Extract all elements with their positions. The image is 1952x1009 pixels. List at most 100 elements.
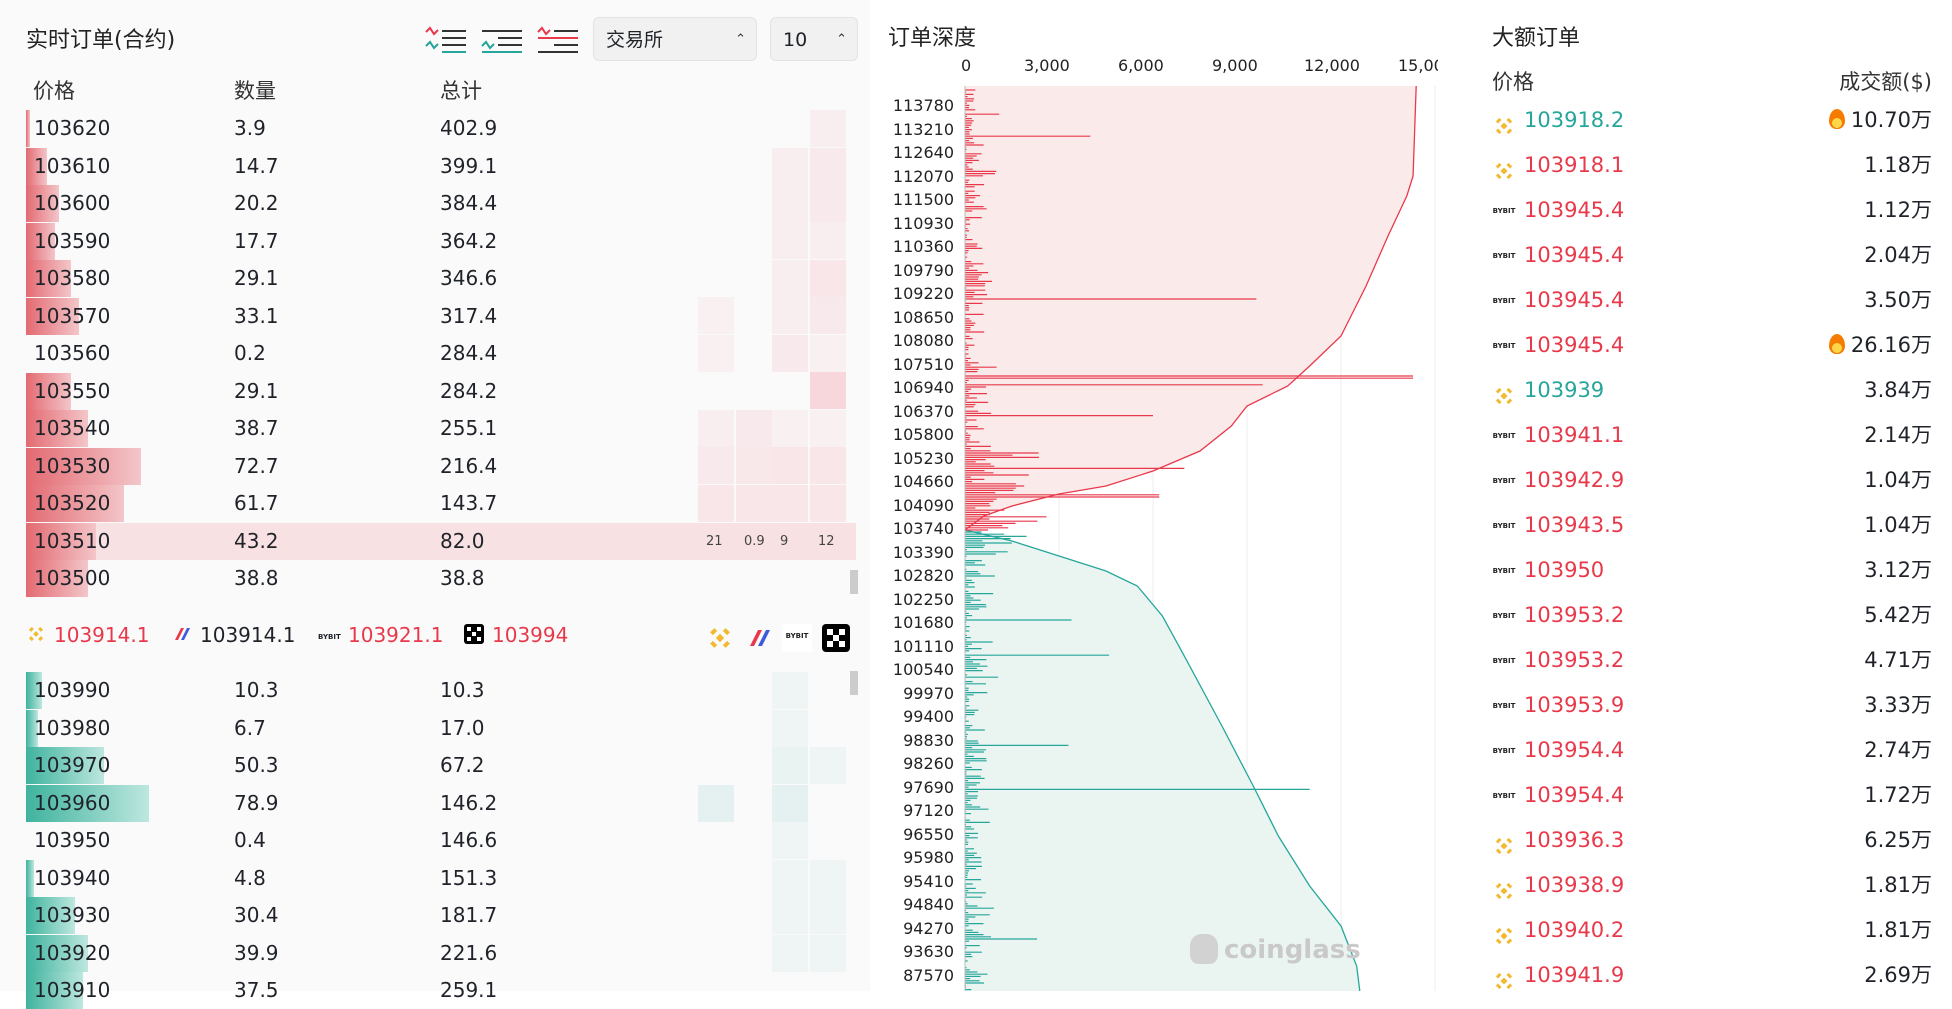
binance-icon: [1492, 109, 1516, 135]
bid-row[interactable]: 103970 50.3 67.2: [26, 747, 856, 784]
order-amount-value: 6.25万: [1864, 828, 1932, 852]
ask-row[interactable]: 103610 14.7 399.1: [26, 147, 856, 185]
y-tick-label: 112070: [892, 166, 954, 186]
heatmap-cell: [772, 447, 808, 484]
large-order-row[interactable]: BYBIT 103950 3.12万: [1492, 548, 1932, 593]
heat-extra-value: 21: [706, 533, 723, 549]
order-price: 103945.4: [1524, 243, 1625, 267]
y-tick-label: 111500: [892, 190, 954, 209]
ask-qty: 3.9: [234, 116, 266, 140]
ask-price: 103500: [34, 566, 111, 590]
large-order-row[interactable]: 103941.9 2.69万: [1492, 953, 1932, 998]
y-tick-label: 93630: [903, 942, 954, 961]
order-amount-value: 1.04万: [1864, 468, 1932, 492]
bybit-icon: BYBIT: [1492, 612, 1516, 620]
bybit-icon: BYBIT: [1492, 702, 1516, 710]
large-order-row[interactable]: BYBIT 103954.4 1.72万: [1492, 773, 1932, 818]
y-tick-label: 94270: [903, 918, 954, 938]
bid-row[interactable]: 103950 0.4 146.6: [26, 822, 856, 859]
large-order-row[interactable]: 103918.1 1.18万: [1492, 143, 1932, 188]
ask-row[interactable]: 103500 38.8 38.8: [26, 560, 856, 597]
order-amount-value: 26.16万: [1850, 333, 1932, 357]
large-order-row[interactable]: BYBIT 103954.4 2.74万: [1492, 728, 1932, 773]
y-tick-label: 112640: [892, 143, 954, 162]
ask-qty: 38.7: [234, 416, 279, 440]
large-order-row[interactable]: BYBIT 103945.4 26.16万: [1492, 323, 1932, 368]
y-tick-label: 105230: [892, 448, 954, 468]
large-orders-title: 大额订单: [1492, 26, 1581, 51]
order-price: 103954.4: [1524, 783, 1625, 807]
depth-select[interactable]: 10 ⌃: [770, 17, 858, 61]
large-order-row[interactable]: BYBIT 103942.9 1.04万: [1492, 458, 1932, 503]
large-order-row[interactable]: BYBIT 103945.4 2.04万: [1492, 233, 1932, 278]
view-bids-icon[interactable]: [480, 24, 524, 54]
order-amount: 26.16万: [1828, 323, 1932, 368]
ask-total: 216.4: [440, 453, 498, 478]
bybit-icon[interactable]: BYBIT: [782, 624, 812, 652]
asks-scrollbar[interactable]: [850, 570, 858, 594]
large-order-row[interactable]: BYBIT 103945.4 3.50万: [1492, 278, 1932, 323]
binance-icon: [1492, 964, 1516, 990]
heat-extra-value: 0.9: [744, 533, 765, 549]
heatmap-cell: [810, 222, 846, 259]
order-amount-value: 1.81万: [1864, 918, 1932, 942]
order-amount-value: 3.50万: [1864, 288, 1932, 312]
heatmap-cell: [810, 372, 846, 409]
view-both-icon[interactable]: [424, 24, 468, 54]
ask-row[interactable]: 103620 3.9 402.9: [26, 110, 856, 147]
bid-qty: 4.8: [234, 865, 266, 890]
bid-row[interactable]: 103940 4.8 151.3: [26, 859, 856, 897]
ask-row[interactable]: 103510 43.2 82.0 21 0.9 9 12: [26, 522, 856, 560]
large-order-row[interactable]: BYBIT 103945.4 1.12万: [1492, 188, 1932, 233]
exchange-select[interactable]: 交易所 ⌃: [593, 17, 757, 61]
depth-chart-title: 订单深度: [888, 26, 977, 51]
bitmex-icon[interactable]: [744, 624, 772, 656]
ask-price: 103570: [34, 303, 111, 328]
order-amount-value: 1.12万: [1864, 198, 1932, 222]
watermark-text: coinglass: [1224, 935, 1361, 965]
large-order-row[interactable]: BYBIT 103953.2 4.71万: [1492, 638, 1932, 683]
binance-icon[interactable]: [706, 624, 734, 656]
bid-row[interactable]: 103930 30.4 181.7: [26, 897, 856, 934]
bybit-icon: BYBIT: [1492, 342, 1516, 350]
order-price: 103953.2: [1524, 603, 1625, 627]
view-asks-icon[interactable]: [536, 24, 580, 54]
order-amount-value: 2.14万: [1864, 423, 1932, 447]
large-order-row[interactable]: BYBIT 103941.1 2.14万: [1492, 413, 1932, 458]
heatmap-cell: [810, 447, 846, 484]
bid-qty: 6.7: [234, 715, 266, 740]
ask-row[interactable]: 103580 29.1 346.6: [26, 260, 856, 297]
order-price: 103941.9: [1524, 963, 1625, 987]
ask-row[interactable]: 103600 20.2 384.4: [26, 185, 856, 222]
large-order-row[interactable]: 103940.2 1.81万: [1492, 908, 1932, 953]
large-order-row[interactable]: 103939 3.84万: [1492, 368, 1932, 413]
large-order-row[interactable]: BYBIT 103953.2 5.42万: [1492, 593, 1932, 638]
bybit-icon: BYBIT: [1492, 297, 1516, 305]
y-tick-label: 104090: [892, 495, 954, 515]
okx-icon[interactable]: [822, 624, 850, 652]
ask-row[interactable]: 103590 17.7 364.2: [26, 222, 856, 260]
large-order-row[interactable]: 103936.3 6.25万: [1492, 818, 1932, 863]
bybit-icon: BYBIT: [1492, 792, 1516, 800]
bid-row[interactable]: 103960 78.9 146.2: [26, 784, 856, 822]
ask-total: 284.4: [440, 341, 498, 365]
bid-row[interactable]: 103980 6.7 17.0: [26, 709, 856, 747]
order-amount-value: 10.70万: [1850, 108, 1932, 132]
ask-qty: 0.2: [234, 341, 266, 365]
ask-total: 384.4: [440, 191, 498, 215]
col-header-amount: 成交额($): [1839, 70, 1932, 94]
large-order-row[interactable]: 103938.9 1.81万: [1492, 863, 1932, 908]
large-order-row[interactable]: 103918.2 10.70万: [1492, 98, 1932, 143]
ask-row[interactable]: 103550 29.1 284.2: [26, 372, 856, 410]
bid-row[interactable]: 103990 10.3 10.3: [26, 672, 856, 709]
large-order-row[interactable]: BYBIT 103953.9 3.33万: [1492, 683, 1932, 728]
order-amount: 2.69万: [1864, 953, 1932, 998]
large-order-row[interactable]: BYBIT 103943.5 1.04万: [1492, 503, 1932, 548]
y-tick-label: 98260: [903, 754, 954, 773]
binance-icon: [1492, 154, 1516, 180]
bid-row[interactable]: 103920 39.9 221.6: [26, 934, 856, 972]
bid-qty: 50.3: [234, 753, 279, 777]
binance-icon: [1492, 829, 1516, 855]
order-amount-value: 3.33万: [1864, 693, 1932, 717]
heatmap-cell: [698, 297, 734, 334]
